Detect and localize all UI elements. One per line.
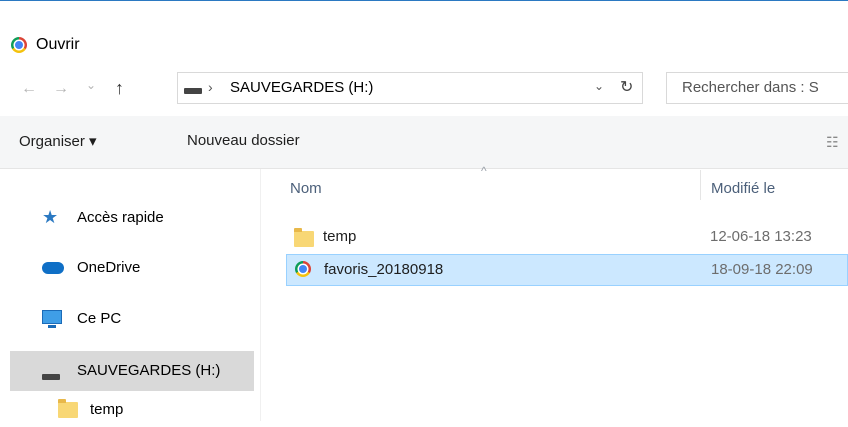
view-options-icon[interactable]: ☷ (826, 134, 839, 151)
star-icon: ★ (42, 207, 59, 227)
search-input[interactable]: Rechercher dans : S (682, 79, 819, 96)
nav-item-this-pc[interactable]: Ce PC (10, 302, 254, 336)
nav-item-label: Ce PC (77, 310, 122, 327)
file-name: favoris_20180918 (324, 261, 444, 278)
file-modified: 18-09-18 22:09 (711, 261, 813, 278)
sort-ascending-icon: ^ (481, 164, 487, 178)
recent-locations-button[interactable]: ⌄ (86, 78, 96, 92)
breadcrumb-separator[interactable]: › (208, 79, 213, 95)
nav-item-label: temp (90, 401, 124, 418)
drive-icon (184, 81, 202, 99)
navigation-pane: ★ Accès rapide OneDrive Ce PC SAUVEGARDE… (0, 169, 261, 421)
nav-item-label: Accès rapide (77, 209, 164, 226)
computer-icon (42, 310, 62, 328)
file-row-temp[interactable]: temp 12-06-18 13:23 (286, 222, 848, 254)
folder-icon (294, 228, 314, 252)
file-name: temp (323, 228, 357, 245)
folder-icon (58, 399, 78, 422)
chrome-icon (11, 37, 27, 53)
file-modified: 12-06-18 13:23 (710, 228, 812, 245)
cloud-icon (42, 259, 64, 278)
organise-button[interactable]: Organiser ▾ (19, 132, 97, 150)
nav-item-temp[interactable]: temp (10, 393, 254, 427)
nav-item-sauvegardes[interactable]: SAUVEGARDES (H:) (10, 351, 254, 391)
nav-item-label: OneDrive (77, 259, 141, 276)
command-bar: Organiser ▾ Nouveau dossier ☷ (0, 116, 848, 169)
breadcrumb-current[interactable]: SAUVEGARDES (H:) (230, 79, 373, 96)
nav-item-quick-access[interactable]: ★ Accès rapide (10, 201, 254, 235)
back-button[interactable]: ← (21, 80, 37, 98)
forward-button[interactable]: → (53, 80, 69, 98)
window-title: Ouvrir (36, 36, 80, 53)
address-bar[interactable]: › SAUVEGARDES (H:) ⌄ ↻ (177, 72, 643, 104)
drive-icon (42, 367, 60, 384)
address-dropdown-button[interactable]: ⌄ (594, 79, 604, 93)
up-button[interactable]: ↑ (115, 78, 124, 99)
new-folder-button[interactable]: Nouveau dossier (187, 132, 300, 149)
column-divider[interactable] (700, 170, 701, 200)
title-bar: Ouvrir (0, 0, 848, 71)
nav-item-label: SAUVEGARDES (H:) (77, 362, 221, 379)
refresh-button[interactable]: ↻ (620, 77, 633, 97)
column-header-name[interactable]: Nom (290, 180, 322, 197)
nav-item-onedrive[interactable]: OneDrive (10, 251, 254, 285)
search-box[interactable]: Rechercher dans : S (666, 72, 848, 104)
file-row-favoris[interactable]: favoris_20180918 18-09-18 22:09 (286, 254, 848, 286)
column-header-modified[interactable]: Modifié le (711, 180, 775, 197)
chrome-icon (295, 261, 311, 282)
